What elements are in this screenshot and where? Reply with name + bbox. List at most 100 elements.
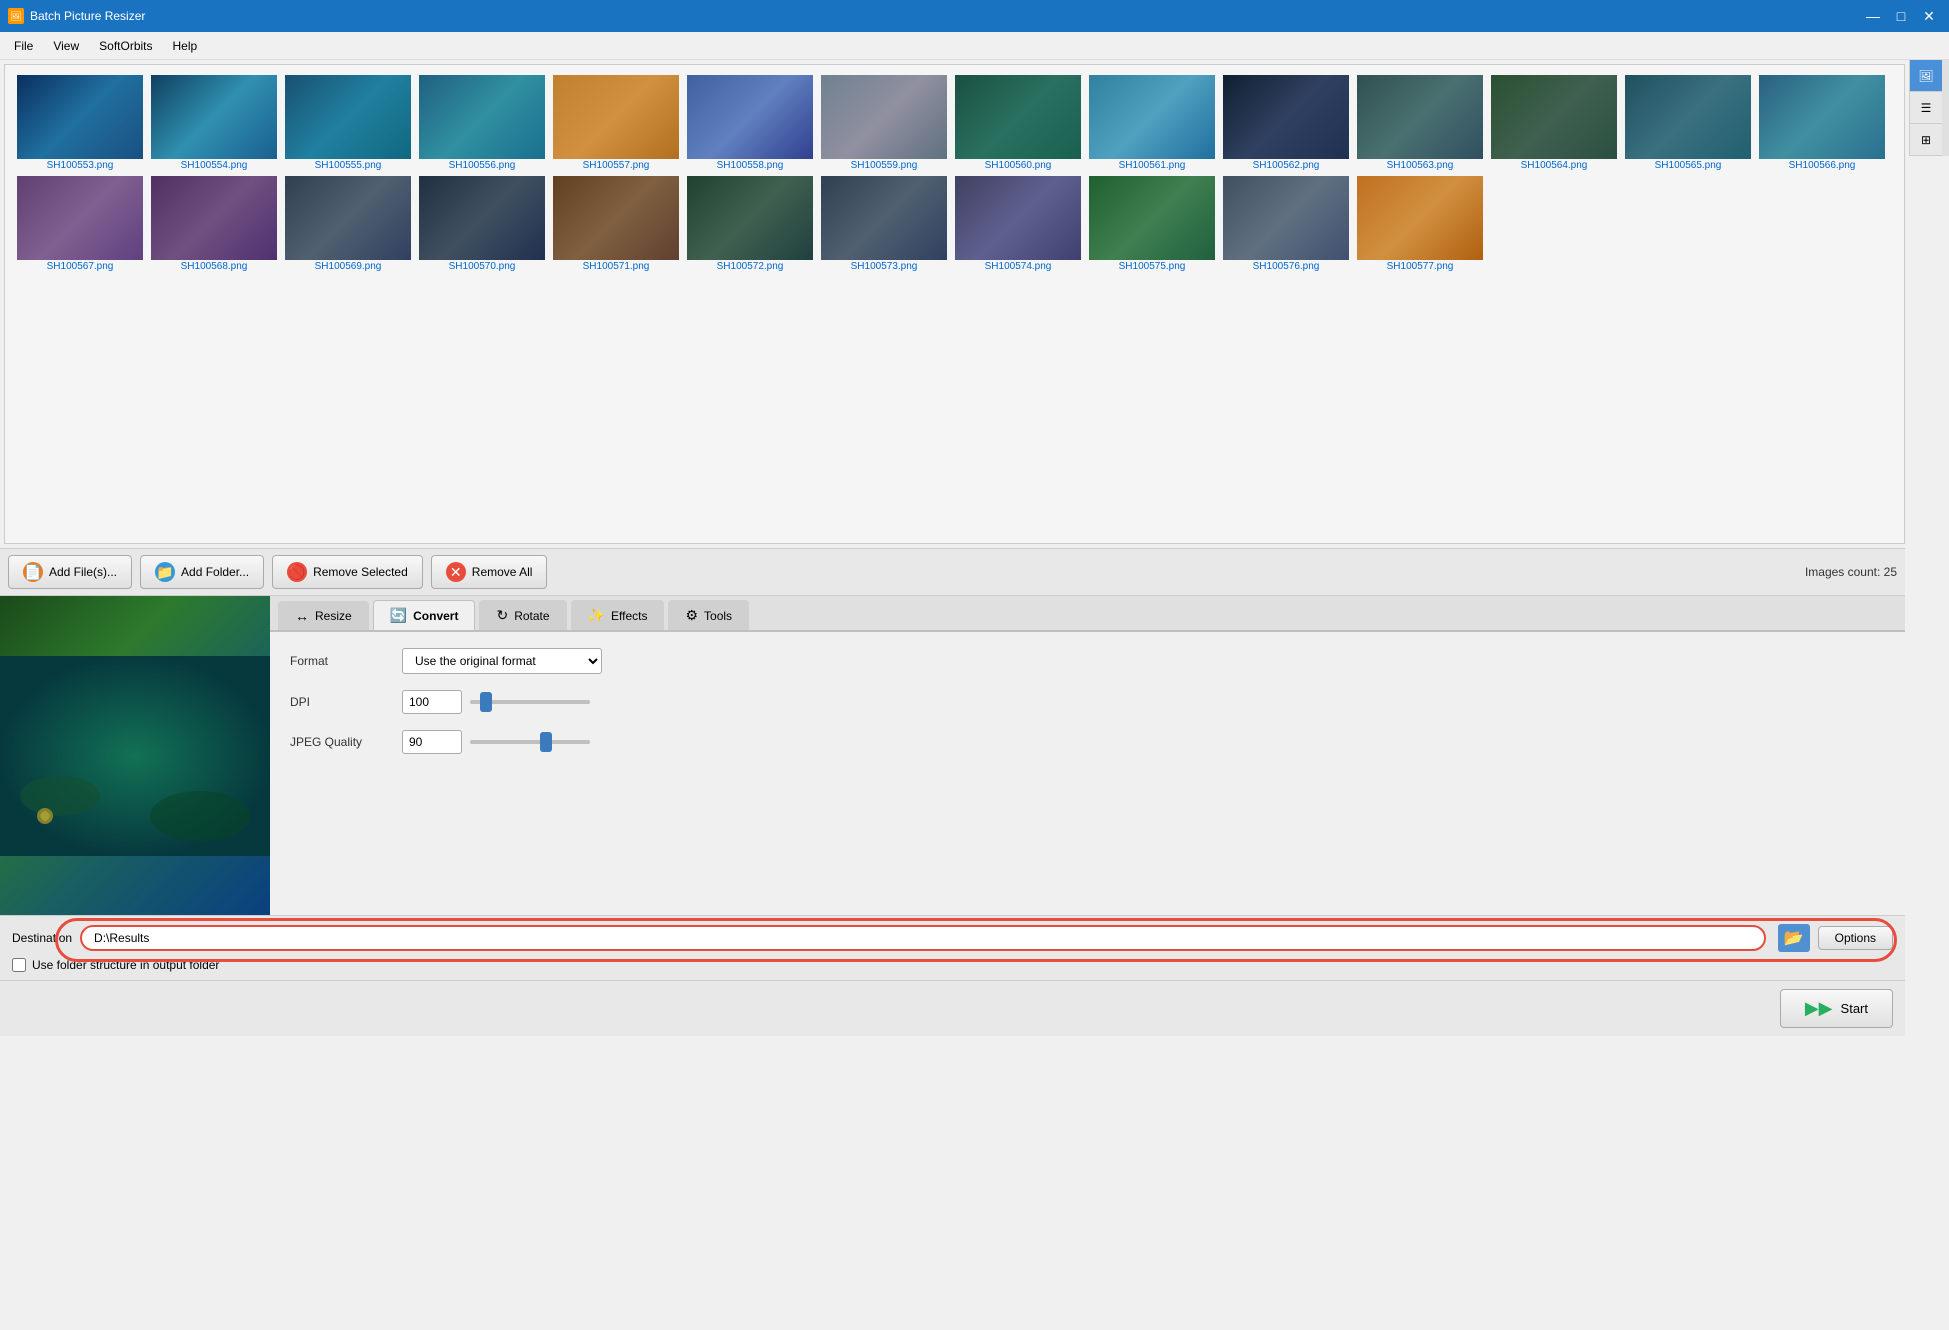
image-filename: SH100559.png	[851, 159, 918, 172]
list-item[interactable]: SH100567.png	[15, 176, 145, 273]
menu-file[interactable]: File	[4, 35, 43, 57]
tab-resize[interactable]: ↔ Resize	[278, 601, 369, 630]
list-item[interactable]: SH100553.png	[15, 75, 145, 172]
tab-effects[interactable]: ✨ Effects	[571, 600, 665, 630]
list-item[interactable]: SH100573.png	[819, 176, 949, 273]
tab-convert[interactable]: 🔄 Convert	[373, 600, 476, 630]
list-item[interactable]: SH100574.png	[953, 176, 1083, 273]
image-filename: SH100567.png	[47, 260, 114, 273]
image-filename: SH100563.png	[1387, 159, 1454, 172]
image-filename: SH100573.png	[851, 260, 918, 273]
list-item[interactable]: SH100556.png	[417, 75, 547, 172]
jpeg-quality-slider-thumb[interactable]	[540, 732, 552, 752]
image-filename: SH100577.png	[1387, 260, 1454, 273]
resize-icon: ↔	[295, 608, 309, 624]
app-icon: 🖼	[8, 8, 24, 24]
image-filename: SH100562.png	[1253, 159, 1320, 172]
image-filename: SH100575.png	[1119, 260, 1186, 273]
destination-browse-button[interactable]: 📂	[1778, 924, 1810, 952]
image-filename: SH100556.png	[449, 159, 516, 172]
bottom-panel: ↔ Resize 🔄 Convert ↻ Rotate ✨ Effects ⚙	[0, 595, 1905, 915]
dpi-slider-thumb[interactable]	[480, 692, 492, 712]
list-item[interactable]: SH100561.png	[1087, 75, 1217, 172]
menu-softorbits[interactable]: SoftOrbits	[89, 35, 162, 57]
menu-view[interactable]: View	[43, 35, 89, 57]
format-select[interactable]: Use the original format JPEG PNG BMP TIF…	[402, 648, 602, 674]
minimize-button[interactable]: —	[1861, 4, 1885, 28]
tab-rotate-label: Rotate	[514, 609, 549, 623]
image-filename: SH100561.png	[1119, 159, 1186, 172]
tab-effects-label: Effects	[611, 609, 647, 623]
app-title: Batch Picture Resizer	[30, 9, 145, 23]
remove-all-button[interactable]: ✕ Remove All	[431, 555, 548, 589]
dpi-label: DPI	[290, 695, 390, 709]
image-filename: SH100560.png	[985, 159, 1052, 172]
list-item[interactable]: SH100568.png	[149, 176, 279, 273]
list-item[interactable]: SH100554.png	[149, 75, 279, 172]
list-item[interactable]: SH100558.png	[685, 75, 815, 172]
convert-icon: 🔄	[390, 607, 407, 624]
image-filename: SH100558.png	[717, 159, 784, 172]
list-item[interactable]: SH100570.png	[417, 176, 547, 273]
list-item[interactable]: SH100557.png	[551, 75, 681, 172]
jpeg-quality-row: JPEG Quality	[290, 730, 1885, 754]
destination-bar: Destination 📂 Options Use folder structu…	[0, 915, 1905, 980]
list-item[interactable]: SH100559.png	[819, 75, 949, 172]
destination-input[interactable]	[80, 925, 1766, 951]
menu-help[interactable]: Help	[163, 35, 208, 57]
image-filename: SH100565.png	[1655, 159, 1722, 172]
close-button[interactable]: ✕	[1917, 4, 1941, 28]
destination-label: Destination	[12, 931, 72, 945]
toolbar: 📄 Add File(s)... 📁 Add Folder... 🚫 Remov…	[0, 548, 1905, 595]
image-filename: SH100554.png	[181, 159, 248, 172]
list-item[interactable]: SH100575.png	[1087, 176, 1217, 273]
tab-tools[interactable]: ⚙ Tools	[668, 600, 749, 630]
maximize-button[interactable]: □	[1889, 4, 1913, 28]
remove-all-icon: ✕	[446, 562, 466, 582]
image-filename: SH100574.png	[985, 260, 1052, 273]
list-item[interactable]: SH100577.png	[1355, 176, 1485, 273]
sidebar-image-view-btn[interactable]: 🖼	[1910, 60, 1942, 92]
image-filename: SH100570.png	[449, 260, 516, 273]
folder-structure-row: Use folder structure in output folder	[12, 958, 1893, 972]
jpeg-quality-input[interactable]	[402, 730, 462, 754]
image-filename: SH100569.png	[315, 260, 382, 273]
add-files-button[interactable]: 📄 Add File(s)...	[8, 555, 132, 589]
image-filename: SH100572.png	[717, 260, 784, 273]
options-button[interactable]: Options	[1818, 926, 1893, 950]
menu-bar: File View SoftOrbits Help	[0, 32, 1949, 60]
list-item[interactable]: SH100571.png	[551, 176, 681, 273]
list-item[interactable]: SH100572.png	[685, 176, 815, 273]
list-item[interactable]: SH100565.png	[1623, 75, 1753, 172]
dpi-input[interactable]	[402, 690, 462, 714]
sidebar-list-view-btn[interactable]: ☰	[1910, 92, 1942, 124]
images-count: Images count: 25	[1805, 565, 1897, 579]
image-filename: SH100553.png	[47, 159, 114, 172]
tab-rotate[interactable]: ↻ Rotate	[479, 600, 566, 630]
list-item[interactable]: SH100566.png	[1757, 75, 1887, 172]
add-folder-button[interactable]: 📁 Add Folder...	[140, 555, 264, 589]
start-button[interactable]: ▶▶ Start	[1780, 989, 1893, 1028]
tools-icon: ⚙	[685, 607, 698, 624]
folder-structure-checkbox[interactable]	[12, 958, 26, 972]
list-item[interactable]: SH100560.png	[953, 75, 1083, 172]
start-btn-area: ▶▶ Start	[0, 980, 1905, 1036]
sidebar-grid-view-btn[interactable]: ⊞	[1910, 124, 1942, 156]
image-filename: SH100564.png	[1521, 159, 1588, 172]
settings-content: Format Use the original format JPEG PNG …	[270, 632, 1905, 915]
list-item[interactable]: SH100576.png	[1221, 176, 1351, 273]
remove-selected-button[interactable]: 🚫 Remove Selected	[272, 555, 423, 589]
list-item[interactable]: SH100564.png	[1489, 75, 1619, 172]
list-item[interactable]: SH100562.png	[1221, 75, 1351, 172]
list-item[interactable]: SH100563.png	[1355, 75, 1485, 172]
start-icon: ▶▶	[1805, 998, 1833, 1019]
remove-selected-icon: 🚫	[287, 562, 307, 582]
preview-image	[0, 596, 270, 915]
list-item[interactable]: SH100555.png	[283, 75, 413, 172]
add-files-icon: 📄	[23, 562, 43, 582]
effects-icon: ✨	[588, 607, 605, 624]
start-label: Start	[1841, 1001, 1868, 1016]
destination-input-container	[80, 925, 1766, 951]
image-filename: SH100555.png	[315, 159, 382, 172]
list-item[interactable]: SH100569.png	[283, 176, 413, 273]
